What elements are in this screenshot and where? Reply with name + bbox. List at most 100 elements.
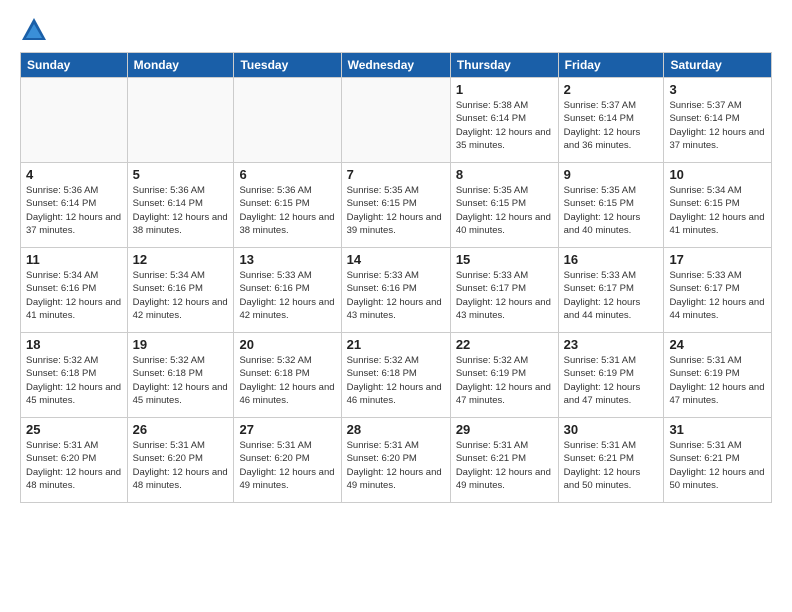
day-info: Sunrise: 5:38 AM Sunset: 6:14 PM Dayligh… xyxy=(456,99,553,152)
calendar-cell: 17 Sunrise: 5:33 AM Sunset: 6:17 PM Dayli… xyxy=(664,248,772,333)
calendar-cell: 16 Sunrise: 5:33 AM Sunset: 6:17 PM Dayli… xyxy=(558,248,664,333)
page: SundayMondayTuesdayWednesdayThursdayFrid… xyxy=(0,0,792,513)
week-row-5: 25 Sunrise: 5:31 AM Sunset: 6:20 PM Dayli… xyxy=(21,418,772,503)
day-info: Sunrise: 5:33 AM Sunset: 6:17 PM Dayligh… xyxy=(456,269,553,322)
day-number: 30 xyxy=(564,422,659,437)
calendar-cell: 31Sunrise: 5:31 AM Sunset: 6:21 PM Dayli… xyxy=(664,418,772,503)
calendar-cell: 24 Sunrise: 5:31 AM Sunset: 6:19 PM Dayli… xyxy=(664,333,772,418)
calendar-cell: 21 Sunrise: 5:32 AM Sunset: 6:18 PM Dayli… xyxy=(341,333,450,418)
day-number: 16 xyxy=(564,252,659,267)
calendar-cell: 4 Sunrise: 5:36 AM Sunset: 6:14 PM Daylig… xyxy=(21,163,128,248)
day-info: Sunrise: 5:36 AM Sunset: 6:14 PM Dayligh… xyxy=(26,184,122,237)
calendar-cell: 15 Sunrise: 5:33 AM Sunset: 6:17 PM Dayli… xyxy=(450,248,558,333)
day-number: 31 xyxy=(669,422,766,437)
day-number: 11 xyxy=(26,252,122,267)
week-row-1: 1 Sunrise: 5:38 AM Sunset: 6:14 PM Daylig… xyxy=(21,78,772,163)
day-number: 10 xyxy=(669,167,766,182)
day-info: Sunrise: 5:31 AM Sunset: 6:19 PM Dayligh… xyxy=(669,354,766,407)
weekday-header-row: SundayMondayTuesdayWednesdayThursdayFrid… xyxy=(21,53,772,78)
day-info: Sunrise: 5:31 AM Sunset: 6:21 PM Dayligh… xyxy=(456,439,553,492)
calendar-cell: 2Sunrise: 5:37 AM Sunset: 6:14 PM Daylig… xyxy=(558,78,664,163)
day-number: 22 xyxy=(456,337,553,352)
calendar-cell: 10 Sunrise: 5:34 AM Sunset: 6:15 PM Dayli… xyxy=(664,163,772,248)
day-number: 3 xyxy=(669,82,766,97)
logo-icon xyxy=(20,16,48,44)
day-number: 4 xyxy=(26,167,122,182)
calendar-cell: 9 Sunrise: 5:35 AM Sunset: 6:15 PM Daylig… xyxy=(558,163,664,248)
calendar-cell: 25 Sunrise: 5:31 AM Sunset: 6:20 PM Dayli… xyxy=(21,418,128,503)
day-number: 25 xyxy=(26,422,122,437)
day-info: Sunrise: 5:33 AM Sunset: 6:17 PM Dayligh… xyxy=(669,269,766,322)
day-number: 9 xyxy=(564,167,659,182)
day-number: 7 xyxy=(347,167,445,182)
day-info: Sunrise: 5:31 AM Sunset: 6:20 PM Dayligh… xyxy=(133,439,229,492)
calendar-cell: 29 Sunrise: 5:31 AM Sunset: 6:21 PM Dayli… xyxy=(450,418,558,503)
calendar-cell: 20Sunrise: 5:32 AM Sunset: 6:18 PM Dayli… xyxy=(234,333,341,418)
day-number: 23 xyxy=(564,337,659,352)
day-info: Sunrise: 5:34 AM Sunset: 6:16 PM Dayligh… xyxy=(133,269,229,322)
day-number: 13 xyxy=(239,252,335,267)
day-info: Sunrise: 5:32 AM Sunset: 6:18 PM Dayligh… xyxy=(347,354,445,407)
calendar-cell: 13 Sunrise: 5:33 AM Sunset: 6:16 PM Dayli… xyxy=(234,248,341,333)
day-number: 29 xyxy=(456,422,553,437)
calendar-cell: 11 Sunrise: 5:34 AM Sunset: 6:16 PM Dayli… xyxy=(21,248,128,333)
day-number: 26 xyxy=(133,422,229,437)
day-number: 17 xyxy=(669,252,766,267)
weekday-tuesday: Tuesday xyxy=(234,53,341,78)
calendar-cell: 23 Sunrise: 5:31 AM Sunset: 6:19 PM Dayli… xyxy=(558,333,664,418)
calendar-cell xyxy=(234,78,341,163)
calendar-cell: 3 Sunrise: 5:37 AM Sunset: 6:14 PM Daylig… xyxy=(664,78,772,163)
calendar-cell: 28 Sunrise: 5:31 AM Sunset: 6:20 PM Dayli… xyxy=(341,418,450,503)
day-info: Sunrise: 5:36 AM Sunset: 6:14 PM Dayligh… xyxy=(133,184,229,237)
day-info: Sunrise: 5:31 AM Sunset: 6:20 PM Dayligh… xyxy=(347,439,445,492)
day-number: 15 xyxy=(456,252,553,267)
calendar-cell: 27 Sunrise: 5:31 AM Sunset: 6:20 PM Dayli… xyxy=(234,418,341,503)
day-number: 27 xyxy=(239,422,335,437)
day-number: 21 xyxy=(347,337,445,352)
calendar-cell: 1 Sunrise: 5:38 AM Sunset: 6:14 PM Daylig… xyxy=(450,78,558,163)
logo xyxy=(20,16,52,44)
day-info: Sunrise: 5:32 AM Sunset: 6:18 PM Dayligh… xyxy=(239,354,335,407)
day-number: 24 xyxy=(669,337,766,352)
week-row-3: 11 Sunrise: 5:34 AM Sunset: 6:16 PM Dayli… xyxy=(21,248,772,333)
day-number: 19 xyxy=(133,337,229,352)
weekday-friday: Friday xyxy=(558,53,664,78)
calendar-cell: 30Sunrise: 5:31 AM Sunset: 6:21 PM Dayli… xyxy=(558,418,664,503)
calendar-cell: 14Sunrise: 5:33 AM Sunset: 6:16 PM Dayli… xyxy=(341,248,450,333)
weekday-sunday: Sunday xyxy=(21,53,128,78)
weekday-saturday: Saturday xyxy=(664,53,772,78)
day-number: 5 xyxy=(133,167,229,182)
day-info: Sunrise: 5:32 AM Sunset: 6:19 PM Dayligh… xyxy=(456,354,553,407)
calendar-cell: 5 Sunrise: 5:36 AM Sunset: 6:14 PM Daylig… xyxy=(127,163,234,248)
day-info: Sunrise: 5:34 AM Sunset: 6:16 PM Dayligh… xyxy=(26,269,122,322)
weekday-thursday: Thursday xyxy=(450,53,558,78)
calendar-cell xyxy=(127,78,234,163)
calendar-cell: 18Sunrise: 5:32 AM Sunset: 6:18 PM Dayli… xyxy=(21,333,128,418)
day-info: Sunrise: 5:31 AM Sunset: 6:19 PM Dayligh… xyxy=(564,354,659,407)
calendar-cell: 26 Sunrise: 5:31 AM Sunset: 6:20 PM Dayli… xyxy=(127,418,234,503)
week-row-4: 18 Sunrise: 5:32 AM Sunset: 6:18 PM Dayli… xyxy=(21,333,772,418)
calendar-cell xyxy=(341,78,450,163)
calendar-cell: 6 Sunrise: 5:36 AM Sunset: 6:15 PM Daylig… xyxy=(234,163,341,248)
calendar-cell: 7 Sunrise: 5:35 AM Sunset: 6:15 PM Daylig… xyxy=(341,163,450,248)
day-info: Sunrise: 5:36 AM Sunset: 6:15 PM Dayligh… xyxy=(239,184,335,237)
day-info: Sunrise: 5:31 AM Sunset: 6:20 PM Dayligh… xyxy=(26,439,122,492)
day-info: Sunrise: 5:34 AM Sunset: 6:15 PM Dayligh… xyxy=(669,184,766,237)
day-number: 1 xyxy=(456,82,553,97)
week-row-2: 4 Sunrise: 5:36 AM Sunset: 6:14 PM Daylig… xyxy=(21,163,772,248)
day-number: 12 xyxy=(133,252,229,267)
day-info: Sunrise: 5:35 AM Sunset: 6:15 PM Dayligh… xyxy=(456,184,553,237)
day-info: Sunrise: 5:31 AM Sunset: 6:20 PM Dayligh… xyxy=(239,439,335,492)
day-info: Sunrise: 5:32 AM Sunset: 6:18 PM Dayligh… xyxy=(133,354,229,407)
day-info: Sunrise: 5:37 AM Sunset: 6:14 PM Dayligh… xyxy=(669,99,766,152)
day-info: Sunrise: 5:35 AM Sunset: 6:15 PM Dayligh… xyxy=(564,184,659,237)
calendar-cell: 12 Sunrise: 5:34 AM Sunset: 6:16 PM Dayli… xyxy=(127,248,234,333)
day-number: 28 xyxy=(347,422,445,437)
weekday-wednesday: Wednesday xyxy=(341,53,450,78)
day-info: Sunrise: 5:33 AM Sunset: 6:17 PM Dayligh… xyxy=(564,269,659,322)
day-number: 6 xyxy=(239,167,335,182)
day-info: Sunrise: 5:33 AM Sunset: 6:16 PM Dayligh… xyxy=(239,269,335,322)
day-number: 18 xyxy=(26,337,122,352)
day-info: Sunrise: 5:35 AM Sunset: 6:15 PM Dayligh… xyxy=(347,184,445,237)
header xyxy=(20,16,772,44)
